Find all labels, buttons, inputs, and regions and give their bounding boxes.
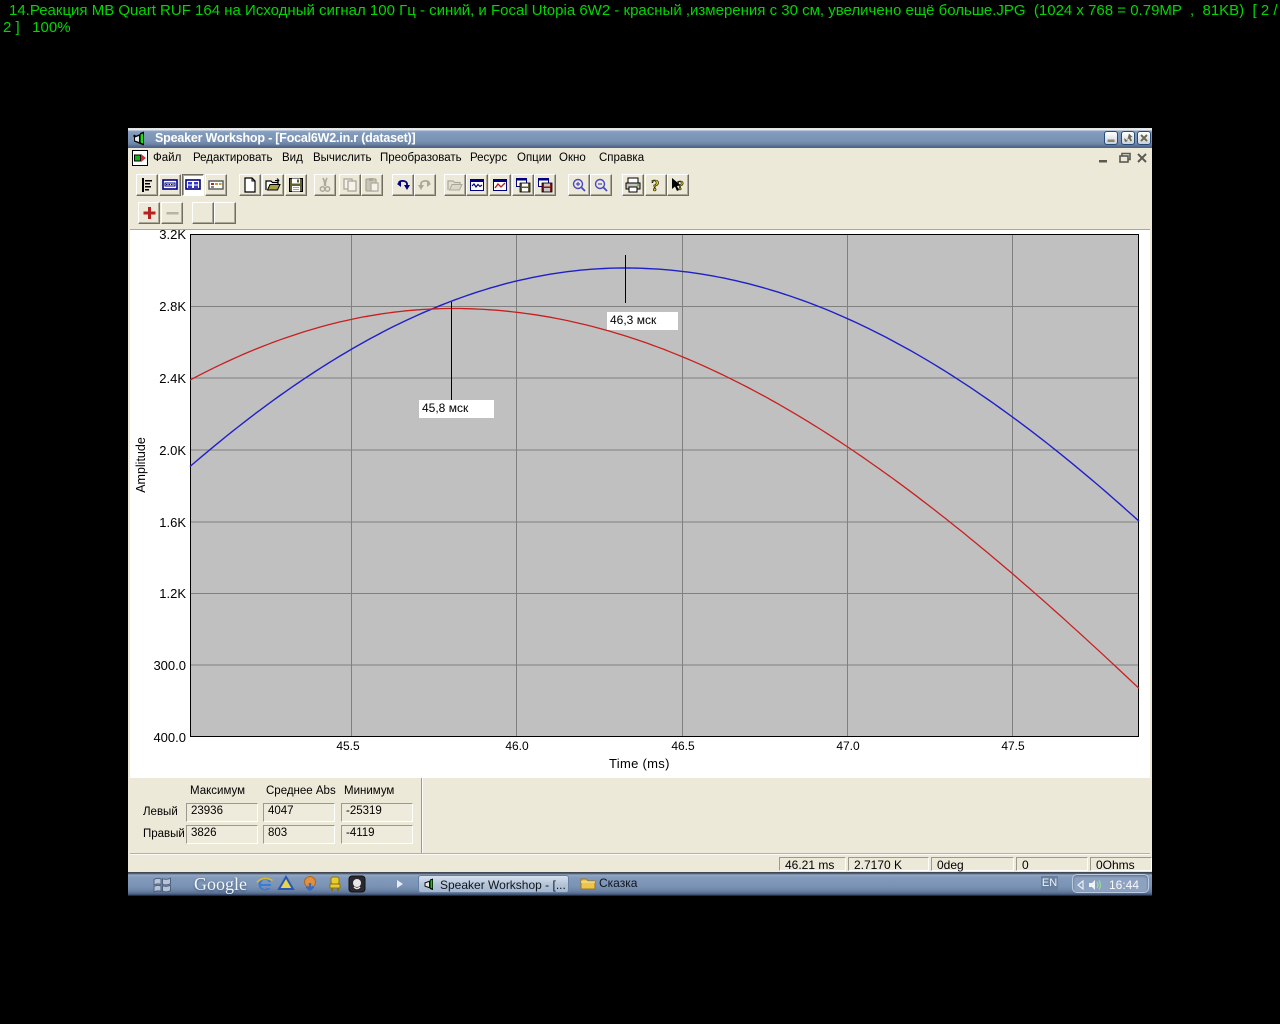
svg-text:?: ? [677, 179, 684, 193]
svg-text:?: ? [651, 177, 660, 193]
